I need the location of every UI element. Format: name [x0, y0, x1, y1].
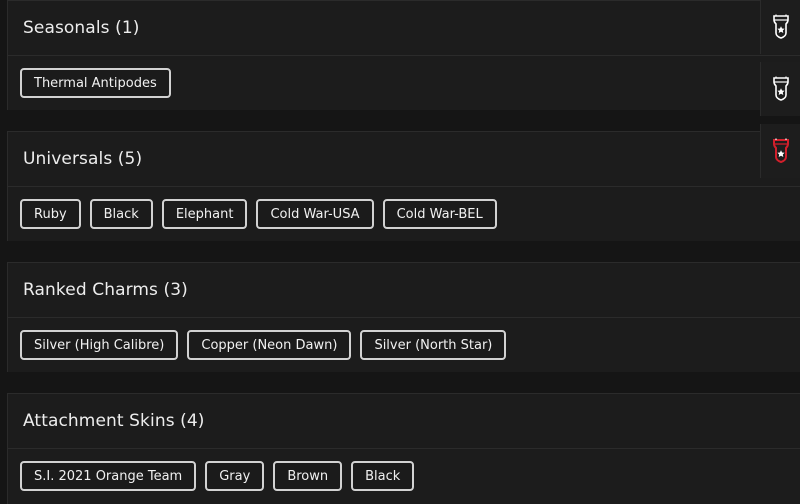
item-chip[interactable]: Brown — [273, 461, 343, 491]
section-items: Thermal Antipodes — [8, 56, 800, 111]
item-chip[interactable]: Thermal Antipodes — [20, 68, 171, 98]
item-chip[interactable]: S.I. 2021 Orange Team — [20, 461, 197, 491]
shield-star-badge-icon — [772, 76, 789, 101]
section-header: Seasonals (1) — [8, 1, 800, 56]
item-chip[interactable]: Cold War-USA — [256, 199, 374, 229]
section-title: Ranked Charms (3) — [23, 280, 188, 300]
app-page: Seasonals (1) Thermal Antipodes Universa… — [0, 0, 800, 504]
seasonals-section: Seasonals (1) Thermal Antipodes — [7, 0, 800, 110]
item-chip[interactable]: Black — [89, 199, 153, 229]
section-header: Attachment Skins (4) — [8, 394, 800, 449]
item-chip[interactable]: Black — [351, 461, 415, 491]
section-title: Seasonals (1) — [23, 18, 140, 38]
shield-star-badge-icon — [772, 138, 789, 164]
item-chip[interactable]: Silver (North Star) — [360, 330, 507, 360]
section-items: Silver (High Calibre) Copper (Neon Dawn)… — [8, 318, 800, 373]
section-title: Attachment Skins (4) — [23, 411, 205, 431]
universals-section: Universals (5) Ruby Black Elephant Cold … — [7, 131, 800, 241]
side-badge[interactable] — [760, 124, 800, 178]
side-badge[interactable] — [760, 62, 800, 116]
item-chip[interactable]: Cold War-BEL — [382, 199, 497, 229]
section-header: Universals (5) — [8, 132, 800, 187]
section-header: Ranked Charms (3) — [8, 263, 800, 318]
section-items: S.I. 2021 Orange Team Gray Brown Black — [8, 449, 800, 504]
shield-star-badge-icon — [772, 14, 789, 39]
section-title: Universals (5) — [23, 149, 143, 169]
side-badge[interactable] — [760, 0, 800, 54]
attachment-skins-section: Attachment Skins (4) S.I. 2021 Orange Te… — [7, 393, 800, 504]
section-items: Ruby Black Elephant Cold War-USA Cold Wa… — [8, 187, 800, 242]
item-chip[interactable]: Silver (High Calibre) — [20, 330, 179, 360]
item-chip[interactable]: Copper (Neon Dawn) — [187, 330, 352, 360]
item-chip[interactable]: Elephant — [161, 199, 248, 229]
ranked-charms-section: Ranked Charms (3) Silver (High Calibre) … — [7, 262, 800, 372]
item-chip[interactable]: Ruby — [20, 199, 81, 229]
item-chip[interactable]: Gray — [205, 461, 265, 491]
